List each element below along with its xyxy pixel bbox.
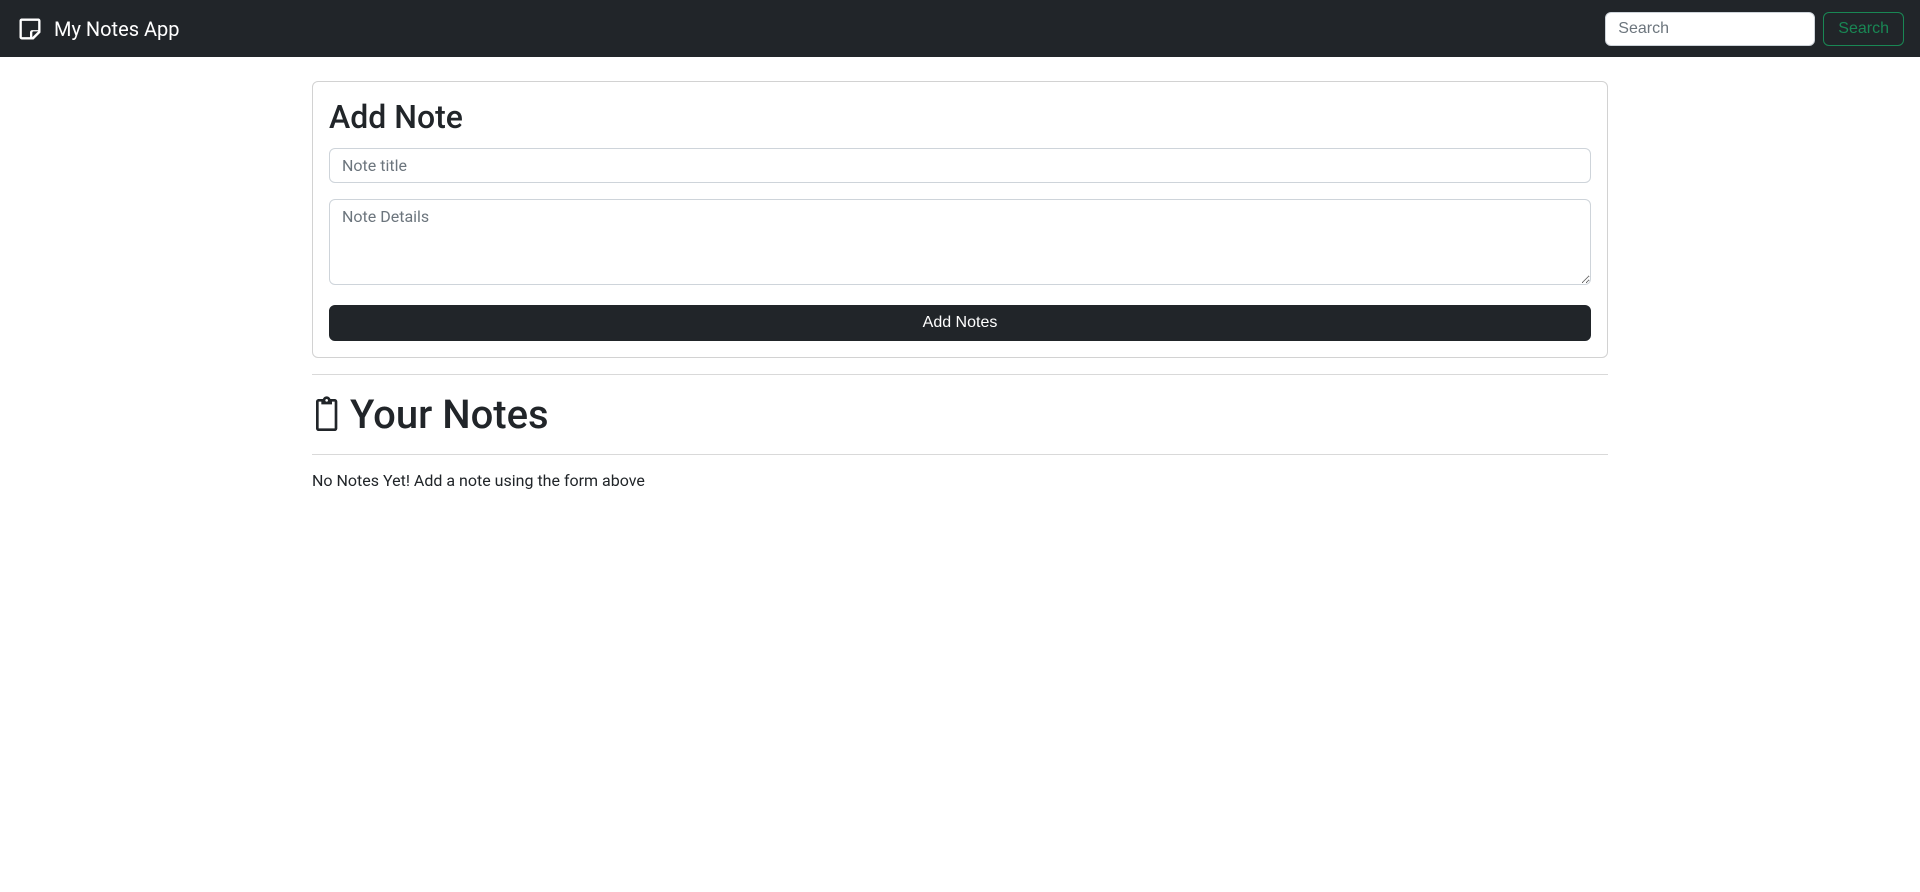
note-details-textarea[interactable]	[329, 199, 1591, 285]
search-button[interactable]: Search	[1823, 12, 1904, 46]
add-notes-button[interactable]: Add Notes	[329, 305, 1591, 341]
empty-notes-message: No Notes Yet! Add a note using the form …	[312, 471, 1608, 490]
clipboard-icon	[312, 395, 344, 435]
brand-text: My Notes App	[54, 17, 180, 41]
search-input[interactable]	[1605, 12, 1815, 46]
your-notes-header: Your Notes	[312, 391, 1608, 438]
your-notes-heading: Your Notes	[350, 391, 549, 438]
divider	[312, 374, 1608, 375]
brand[interactable]: My Notes App	[16, 15, 180, 43]
note-title-input[interactable]	[329, 148, 1591, 183]
add-note-heading: Add Note	[329, 98, 1591, 136]
main-container: Add Note Add Notes Your Notes No Notes Y…	[300, 81, 1620, 490]
navbar-search-form: Search	[1605, 12, 1904, 46]
add-note-card: Add Note Add Notes	[312, 81, 1608, 358]
sticky-note-icon	[16, 15, 44, 43]
divider	[312, 454, 1608, 455]
navbar: My Notes App Search	[0, 0, 1920, 57]
